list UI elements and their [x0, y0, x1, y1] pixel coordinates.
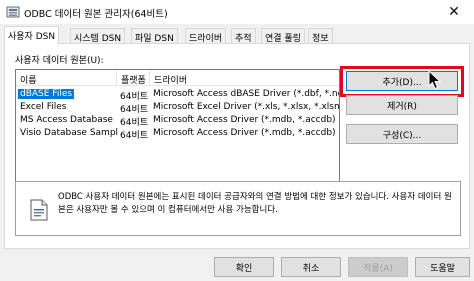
tab-system-dsn[interactable]: 시스템 DSN — [70, 28, 126, 44]
tab-connection-pooling[interactable]: 연결 풀링 — [261, 28, 305, 44]
row-name: MS Access Database — [20, 115, 113, 125]
row-driver: Microsoft Access Driver (*.mdb, *.accdb) — [153, 115, 336, 125]
user-data-sources-label: 사용자 데이터 원본(U): — [15, 56, 104, 66]
info-box: ODBC 사용자 데이터 원본에는 표시된 데이터 공급자와의 연결 방법에 대… — [15, 181, 461, 236]
tab-panel: 사용자 데이터 원본(U): 이름 플랫폼 드라이버 dBASE Files 6… — [4, 43, 470, 249]
window-title: ODBC 데이터 원본 관리자(64비트) — [24, 9, 168, 20]
row-driver: Microsoft Access dBASE Driver (*.dbf, *.… — [153, 89, 339, 99]
row-name: dBASE Files — [18, 89, 75, 99]
info-text: ODBC 사용자 데이터 원본에는 표시된 데이터 공급자와의 연결 방법에 대… — [58, 192, 452, 215]
tab-tracing[interactable]: 추적 — [231, 28, 256, 44]
row-name: Excel Files — [20, 102, 67, 112]
list-row[interactable]: Excel Files 64비트 Microsoft Excel Driver … — [16, 101, 339, 115]
tab-strip: 사용자 DSN 시스템 DSN 파일 DSN 드라이버 추적 연결 풀링 정보 — [4, 26, 470, 45]
close-button[interactable]: ✕ — [434, 0, 474, 24]
configure-button[interactable]: 구성(C)... — [346, 124, 458, 144]
list-row[interactable]: dBASE Files 64비트 Microsoft Access dBASE … — [16, 88, 339, 102]
odbc-app-icon — [6, 6, 20, 18]
tab-drivers[interactable]: 드라이버 — [185, 28, 227, 44]
ok-button[interactable]: 확인 — [214, 257, 274, 277]
apply-button[interactable]: 적용(A) — [348, 257, 408, 277]
help-button[interactable]: 도움말 — [415, 257, 470, 277]
row-name: Visio Database Samples — [20, 128, 118, 138]
remove-button[interactable]: 제거(R) — [346, 95, 458, 115]
column-header-name[interactable]: 이름 — [16, 70, 116, 86]
document-info-icon — [30, 199, 48, 221]
close-icon: ✕ — [448, 4, 460, 20]
tab-user-dsn[interactable]: 사용자 DSN — [4, 26, 60, 45]
row-platform: 64비트 — [120, 131, 149, 141]
list-row[interactable]: Visio Database Samples 64비트 Microsoft Ac… — [16, 127, 339, 141]
column-header-driver[interactable]: 드라이버 — [149, 70, 339, 86]
add-button[interactable]: 추가(D)... — [346, 71, 458, 91]
title-bar: ODBC 데이터 원본 관리자(64비트) ✕ — [0, 0, 474, 24]
row-driver: Microsoft Access Driver (*.mdb, *.accdb) — [153, 128, 336, 138]
column-header-platform[interactable]: 플랫폼 — [116, 70, 149, 86]
tab-about[interactable]: 정보 — [308, 28, 333, 44]
list-header: 이름 플랫폼 드라이버 — [16, 70, 339, 86]
cancel-button[interactable]: 취소 — [281, 257, 341, 277]
list-row[interactable]: MS Access Database 64비트 Microsoft Access… — [16, 114, 339, 128]
tab-file-dsn[interactable]: 파일 DSN — [131, 28, 178, 44]
row-driver: Microsoft Excel Driver (*.xls, *.xlsx, *… — [153, 102, 339, 112]
